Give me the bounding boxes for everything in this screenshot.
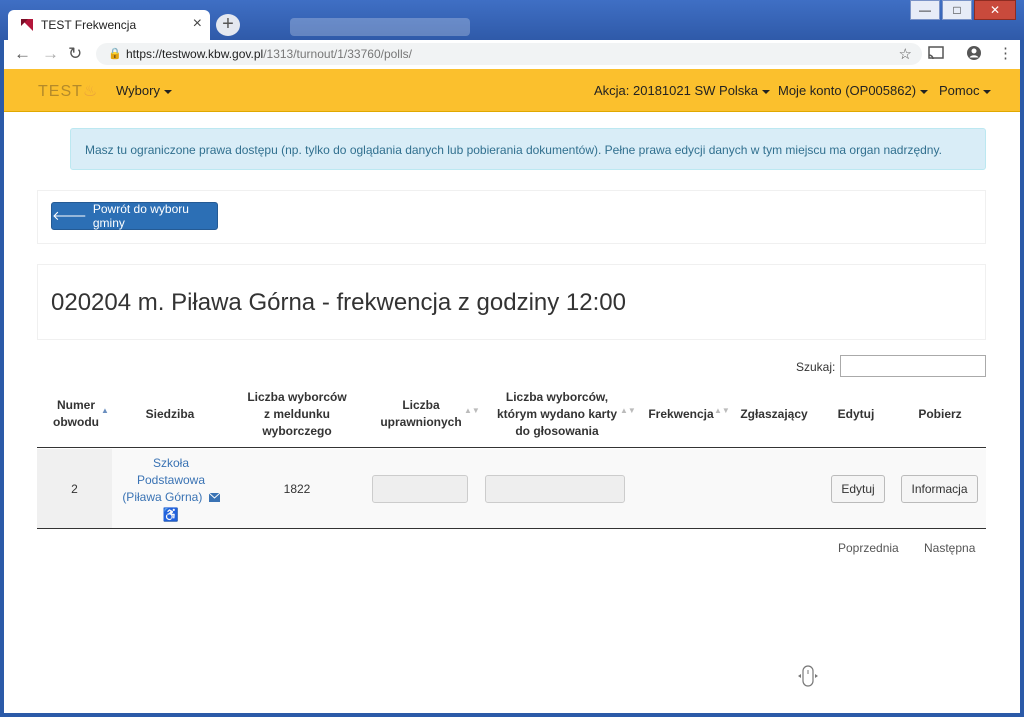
account-icon[interactable] xyxy=(966,45,982,61)
pager-next[interactable]: Następna xyxy=(924,541,975,555)
wheelchair-icon: ♿ xyxy=(162,507,180,522)
cell-meldunek: 1822 xyxy=(283,482,311,496)
window-controls: — □ ✕ xyxy=(910,0,1016,20)
app-navbar: TEST♨ Wybory Akcja: 20181021 SW Polska M… xyxy=(4,69,1020,112)
table-header-divider xyxy=(37,447,986,448)
access-alert: Masz tu ograniczone prawa dostępu (np. t… xyxy=(70,128,986,170)
col-header-edytuj: Edytuj xyxy=(837,407,875,421)
tab-close-icon[interactable]: × xyxy=(193,15,202,33)
menu-wybory[interactable]: Wybory xyxy=(116,83,172,98)
col-header-meldunek[interactable]: Liczba wyborców z meldunku wyborczego xyxy=(244,389,350,440)
lock-icon: 🔒 xyxy=(108,48,122,60)
browser-window: ← → ↻ 🔒 https://testwow.kbw.gov.pl/1313/… xyxy=(4,40,1020,713)
caret-down-icon xyxy=(920,89,929,94)
sort-both-icon: ▲▼ xyxy=(464,406,480,415)
uprawnionych-input xyxy=(372,475,468,503)
url-text: https://testwow.kbw.gov.pl/1313/turnout/… xyxy=(126,47,412,61)
flame-icon: ♨ xyxy=(82,83,99,100)
scroll-drag-icon xyxy=(798,665,818,687)
back-to-gmina-button[interactable]: 🡐 Powrót do wyboru gminy xyxy=(51,202,218,230)
background-window-tab xyxy=(290,18,470,36)
brand-logo[interactable]: TEST♨ xyxy=(38,81,98,101)
close-window-button[interactable]: ✕ xyxy=(974,0,1016,20)
cast-icon[interactable] xyxy=(928,46,944,60)
browser-toolbar: ← → ↻ 🔒 https://testwow.kbw.gov.pl/1313/… xyxy=(4,40,1020,70)
browser-tab[interactable]: TEST Frekwencja × xyxy=(8,10,210,40)
table-bottom-divider xyxy=(37,528,986,529)
col-header-numer[interactable]: Numer obwodu xyxy=(48,397,104,431)
table-row: 2 Szkoła Podstawowa (Piława Górna) ♿ 182… xyxy=(37,449,986,528)
sort-both-icon: ▲▼ xyxy=(714,406,730,415)
cell-siedziba-link[interactable]: Szkoła Podstawowa (Piława Górna) ♿ xyxy=(117,455,225,523)
col-header-frekwencja[interactable]: Frekwencja xyxy=(644,406,718,423)
menu-akcja[interactable]: Akcja: 20181021 SW Polska xyxy=(594,83,771,98)
arrow-left-icon: 🡐 xyxy=(52,208,87,223)
forward-arrow-icon[interactable]: → xyxy=(42,44,59,64)
caret-down-icon xyxy=(163,89,172,94)
cell-numer: 2 xyxy=(37,449,112,528)
back-arrow-icon[interactable]: ← xyxy=(14,44,31,64)
menu-pomoc[interactable]: Pomoc xyxy=(939,83,992,98)
sort-asc-icon: ▲ xyxy=(101,406,109,415)
col-header-siedziba[interactable]: Siedziba xyxy=(140,406,200,423)
address-bar[interactable]: 🔒 https://testwow.kbw.gov.pl/1313/turnou… xyxy=(96,43,922,65)
bookmark-star-icon[interactable]: ☆ xyxy=(899,45,912,63)
col-header-karty[interactable]: Liczba wyborców, którym wydano karty do … xyxy=(492,389,622,440)
caret-down-icon xyxy=(762,89,771,94)
maximize-button[interactable]: □ xyxy=(942,0,972,20)
envelope-icon xyxy=(208,492,221,502)
edit-button[interactable]: Edytuj xyxy=(831,475,885,503)
col-header-zglaszajacy[interactable]: Zgłaszający xyxy=(736,406,812,423)
window-titlebar: TEST Frekwencja × + — □ ✕ xyxy=(0,0,1024,40)
minimize-button[interactable]: — xyxy=(910,0,940,20)
page-title: 020204 m. Piława Górna - frekwencja z go… xyxy=(51,289,626,316)
favicon-icon xyxy=(21,19,33,31)
col-header-pobierz: Pobierz xyxy=(918,407,962,421)
info-button[interactable]: Informacja xyxy=(901,475,978,503)
sort-both-icon: ▲▼ xyxy=(620,406,636,415)
pager-prev[interactable]: Poprzednia xyxy=(838,541,899,555)
col-header-uprawnionych[interactable]: Liczba uprawnionych xyxy=(378,397,464,431)
karty-input xyxy=(485,475,625,503)
caret-down-icon xyxy=(983,89,992,94)
menu-moje-konto[interactable]: Moje konto (OP005862) xyxy=(778,83,929,98)
search-input[interactable] xyxy=(840,355,986,377)
search-label: Szukaj: xyxy=(796,360,836,374)
menu-kebab-icon[interactable]: ⋮ xyxy=(998,44,1013,62)
tab-title: TEST Frekwencja xyxy=(41,18,137,32)
alert-text: Masz tu ograniczone prawa dostępu (np. t… xyxy=(85,143,942,157)
new-tab-button[interactable]: + xyxy=(216,14,240,36)
reload-icon[interactable]: ↻ xyxy=(68,44,82,64)
